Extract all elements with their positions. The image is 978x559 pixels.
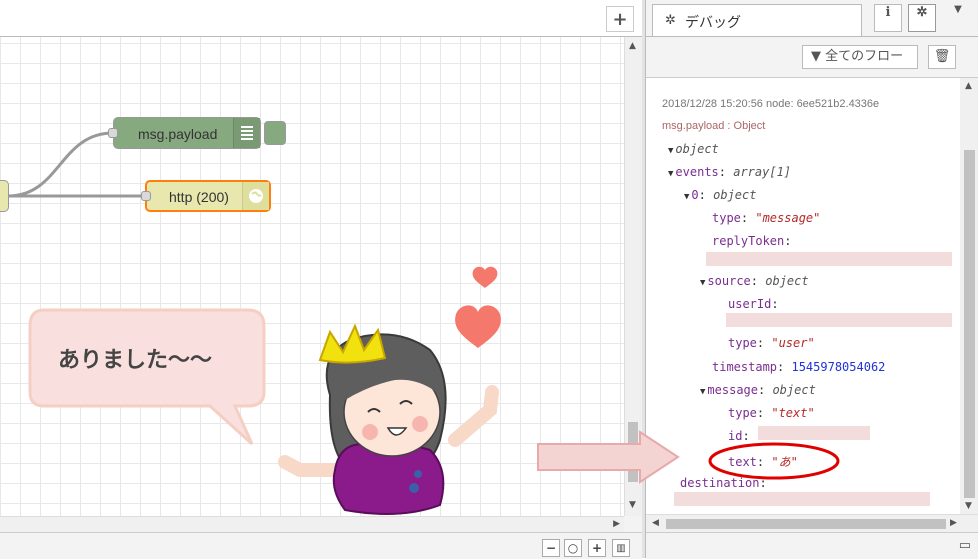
workspace-tab-bar: +	[0, 0, 642, 37]
navigator-map-icon[interactable]: ▥	[612, 539, 630, 557]
trash-icon: 🗑	[933, 49, 951, 64]
message-meta: 2018/12/28 15:20:56 node: 6ee521b2.4336e	[662, 98, 880, 110]
debug-node[interactable]: msg.payload	[108, 117, 261, 149]
tree-message-type: type: "text"	[728, 406, 815, 420]
wire-to-debug[interactable]	[7, 131, 114, 198]
add-flow-button[interactable]: +	[606, 6, 634, 32]
tab-debug-label: デバッグ	[685, 15, 741, 31]
scroll-up-icon[interactable]: ▲	[629, 41, 636, 51]
tree-message[interactable]: ▼ message: object	[700, 383, 816, 397]
canvas-horizontal-scrollbar[interactable]: ▶	[0, 516, 624, 533]
debug-node-label: msg.payload	[138, 126, 218, 142]
filter-flows-button[interactable]: ▼ 全てのフロー	[802, 45, 918, 69]
tree-source[interactable]: ▼ source: object	[700, 274, 809, 288]
debug-message-list[interactable]: 2018/12/28 15:20:56 node: 6ee521b2.4336e…	[646, 78, 958, 514]
debug-tab-button[interactable]: ✲	[908, 4, 936, 32]
scroll-thumb[interactable]	[628, 422, 638, 482]
sidebar-footer: ▭	[646, 532, 978, 559]
flow-workspace: + msg.payload http (200) ▲ ▼ ▶ − ○ + ▥	[0, 0, 642, 559]
debug-vertical-scrollbar[interactable]: ▲ ▼	[960, 78, 978, 514]
function-node-partial[interactable]	[0, 180, 9, 212]
globe-icon	[242, 182, 269, 210]
http-response-node[interactable]: http (200)	[141, 180, 271, 212]
zoom-in-button[interactable]: +	[588, 539, 606, 557]
filter-label: 全てのフロー	[825, 49, 904, 64]
workspace-footer: − ○ + ▥	[0, 532, 642, 559]
tree-events-0[interactable]: ▼ 0: object	[684, 188, 756, 202]
tree-message-text: text: "あ"	[728, 455, 798, 469]
scroll-up-icon[interactable]: ▲	[965, 81, 972, 91]
wires	[7, 131, 146, 198]
scroll-right-icon[interactable]: ▶	[950, 518, 957, 528]
debug-toolbar: ▼ 全てのフロー 🗑	[646, 37, 978, 78]
canvas-vertical-scrollbar[interactable]: ▲ ▼	[624, 37, 642, 516]
zoom-out-button[interactable]: −	[542, 539, 560, 557]
tree-destination: destination:	[680, 476, 767, 490]
sidebar-tab-bar: ✲ デバッグ i ✲ ▼	[646, 0, 978, 37]
bug-icon: ✲	[916, 5, 928, 20]
redacted-destination	[674, 492, 930, 506]
sidebar-menu-button[interactable]: ▼	[944, 4, 972, 32]
clear-log-button[interactable]: 🗑	[928, 45, 956, 69]
redacted-replytoken	[706, 252, 952, 266]
redacted-userid	[726, 313, 952, 327]
tree-message-id: id:	[728, 429, 750, 443]
filter-icon: ▼	[811, 49, 821, 64]
scroll-thumb[interactable]	[964, 150, 975, 498]
input-port[interactable]	[108, 128, 118, 138]
tree-type: type: "message"	[712, 211, 821, 225]
redacted-id	[758, 426, 870, 440]
scroll-down-icon[interactable]: ▼	[965, 501, 972, 511]
sidebar: ✲ デバッグ i ✲ ▼ ▼ 全てのフロー 🗑 2018/12/28 15:20…	[645, 0, 978, 559]
list-icon	[233, 118, 260, 148]
tree-root[interactable]: ▼ object	[668, 142, 719, 156]
http-node-label: http (200)	[169, 189, 229, 205]
flow-canvas[interactable]: msg.payload http (200)	[0, 37, 624, 516]
tab-debug[interactable]: ✲ デバッグ	[652, 4, 862, 36]
tree-userid: userId:	[728, 297, 779, 311]
info-tab-button[interactable]: i	[874, 4, 902, 32]
scroll-down-icon[interactable]: ▼	[629, 500, 636, 510]
bug-icon: ✲	[665, 13, 676, 28]
tree-source-type: type: "user"	[728, 336, 815, 350]
chevron-down-icon: ▼	[954, 4, 962, 15]
debug-horizontal-scrollbar[interactable]: ◀ ▶	[646, 514, 978, 533]
scroll-left-icon[interactable]: ◀	[652, 518, 659, 528]
tree-events[interactable]: ▼ events: array[1]	[668, 165, 791, 179]
scroll-right-icon[interactable]: ▶	[613, 519, 620, 529]
message-topic: msg.payload : Object	[662, 120, 766, 132]
debug-toggle-button[interactable]	[264, 121, 286, 145]
tree-replytoken: replyToken:	[712, 234, 792, 248]
speech-bubble-text: ありました〜〜	[58, 348, 213, 373]
monitor-icon[interactable]: ▭	[959, 538, 971, 553]
input-port[interactable]	[141, 191, 151, 201]
scroll-thumb[interactable]	[666, 519, 946, 529]
tree-timestamp: timestamp: 1545978054062	[712, 360, 886, 374]
zoom-reset-button[interactable]: ○	[564, 539, 582, 557]
